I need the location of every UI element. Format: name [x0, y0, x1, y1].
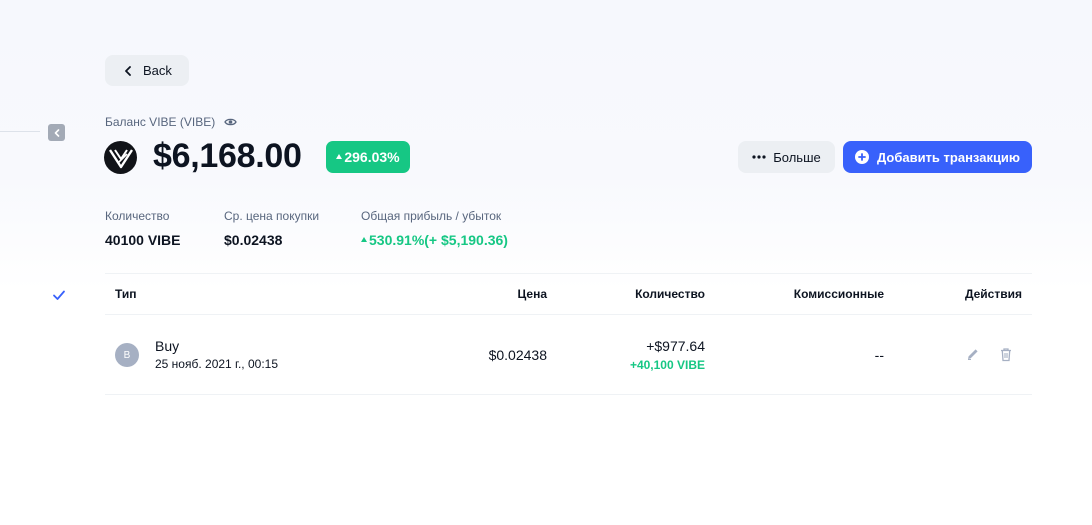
column-header-price: Цена	[517, 287, 547, 301]
table-header-divider	[105, 314, 1032, 315]
triangle-up-icon	[336, 153, 343, 159]
stat-avg-price-label: Ср. цена покупки	[224, 209, 320, 223]
add-transaction-label: Добавить транзакцию	[876, 149, 1021, 165]
eye-icon[interactable]	[224, 117, 237, 127]
chevron-left-icon	[125, 65, 131, 76]
stat-pnl: Общая прибыль / убыток 530.91%(+ $5,190.…	[361, 209, 508, 248]
stat-pnl-value: 530.91%(+ $5,190.36)	[369, 232, 508, 248]
add-transaction-button[interactable]: Добавить транзакцию	[843, 141, 1032, 173]
transaction-fees: --	[874, 347, 884, 363]
more-button-label: Больше	[773, 149, 821, 165]
sidebar-divider	[0, 131, 40, 132]
stat-avg-price: Ср. цена покупки $0.02438	[224, 209, 319, 248]
balance-label: Баланс VIBE (VIBE)	[105, 115, 237, 129]
trash-icon[interactable]	[999, 347, 1013, 367]
column-header-actions: Действия	[964, 287, 1022, 301]
more-dots-icon	[752, 155, 766, 159]
transaction-amount-usd: +$977.64	[646, 338, 705, 354]
stat-pnl-value-wrap: 530.91%(+ $5,190.36)	[361, 232, 508, 248]
back-button[interactable]: Back	[105, 55, 189, 86]
stat-quantity: Количество 40100 VIBE	[105, 209, 181, 248]
pencil-icon[interactable]	[966, 347, 980, 366]
triangle-up-icon	[361, 236, 367, 242]
stat-quantity-value: 40100 VIBE	[105, 232, 181, 248]
plus-circle-icon	[854, 150, 869, 164]
transaction-amount-coin: +40,100 VIBE	[629, 358, 705, 372]
column-header-quantity: Количество	[635, 287, 705, 301]
transaction-type: Buy	[155, 338, 180, 354]
sidebar-collapse-button[interactable]	[48, 124, 65, 141]
transaction-date: 25 нояб. 2021 г., 00:15	[155, 357, 278, 371]
stat-pnl-label: Общая прибыль / убыток	[361, 209, 502, 223]
column-header-fees: Комиссионные	[793, 287, 884, 301]
back-button-label: Back	[143, 63, 172, 78]
stat-quantity-label: Количество	[105, 209, 170, 223]
more-button[interactable]: Больше	[738, 141, 835, 173]
balance-value: $6,168.00	[153, 137, 302, 175]
chevron-left-icon	[54, 128, 59, 137]
balance-label-text: Баланс VIBE (VIBE)	[105, 115, 216, 129]
column-header-type: Тип	[115, 287, 137, 301]
transaction-type-avatar: B	[115, 343, 139, 367]
checkmark-icon	[52, 288, 66, 307]
table-bottom-divider	[105, 394, 1032, 395]
transaction-price: $0.02438	[488, 347, 547, 363]
change-badge-value: 296.03%	[344, 149, 400, 165]
stat-avg-price-value: $0.02438	[224, 232, 283, 248]
change-badge: 296.03%	[326, 141, 410, 173]
vibe-logo-icon	[104, 141, 137, 174]
table-top-divider	[105, 273, 1032, 274]
